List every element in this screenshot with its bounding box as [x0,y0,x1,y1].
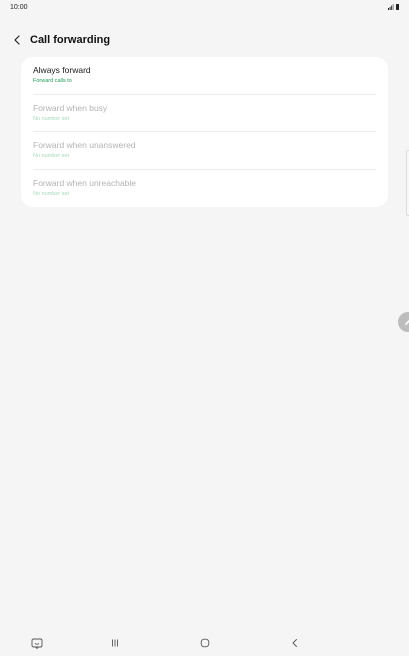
keyboard-toggle-button[interactable] [30,636,44,650]
back-icon [292,639,297,647]
keyboard-icon [31,638,43,649]
back-button[interactable] [7,30,27,50]
edit-floating-button[interactable] [398,312,409,332]
option-subtitle: No number set [33,115,70,122]
status-icons [388,4,399,10]
call-forwarding-screen: 10:00 Call forwarding Always forward For… [0,0,409,656]
signal-icon [388,4,394,10]
option-title: Forward when busy [33,102,108,113]
navigation-bar [0,630,409,656]
status-bar: 10:00 [0,0,409,14]
back-nav-button[interactable] [288,636,302,650]
status-time: 10:00 [10,3,28,11]
option-forward-when-busy[interactable]: Forward when busy No number set [33,95,376,132]
pencil-icon [405,319,409,325]
battery-icon [396,4,399,10]
option-subtitle: Forward calls to [33,78,72,85]
recent-apps-button[interactable] [108,636,122,650]
option-always-forward[interactable]: Always forward Forward calls to [33,57,376,95]
recent-apps-icon [112,639,118,647]
option-title: Forward when unreachable [33,178,137,189]
home-button[interactable] [198,636,212,650]
app-bar: Call forwarding [0,30,409,50]
option-subtitle: No number set [33,191,70,198]
home-icon [200,638,210,648]
option-title: Always forward [33,65,91,76]
page-title: Call forwarding [30,34,111,46]
option-subtitle: No number set [33,153,70,160]
option-forward-when-unreachable[interactable]: Forward when unreachable No number set [33,170,376,208]
forwarding-options-card: Always forward Forward calls to Forward … [21,57,388,207]
option-forward-when-unanswered[interactable]: Forward when unanswered No number set [33,132,376,170]
chevron-left-icon [14,35,20,45]
option-title: Forward when unanswered [33,140,136,151]
